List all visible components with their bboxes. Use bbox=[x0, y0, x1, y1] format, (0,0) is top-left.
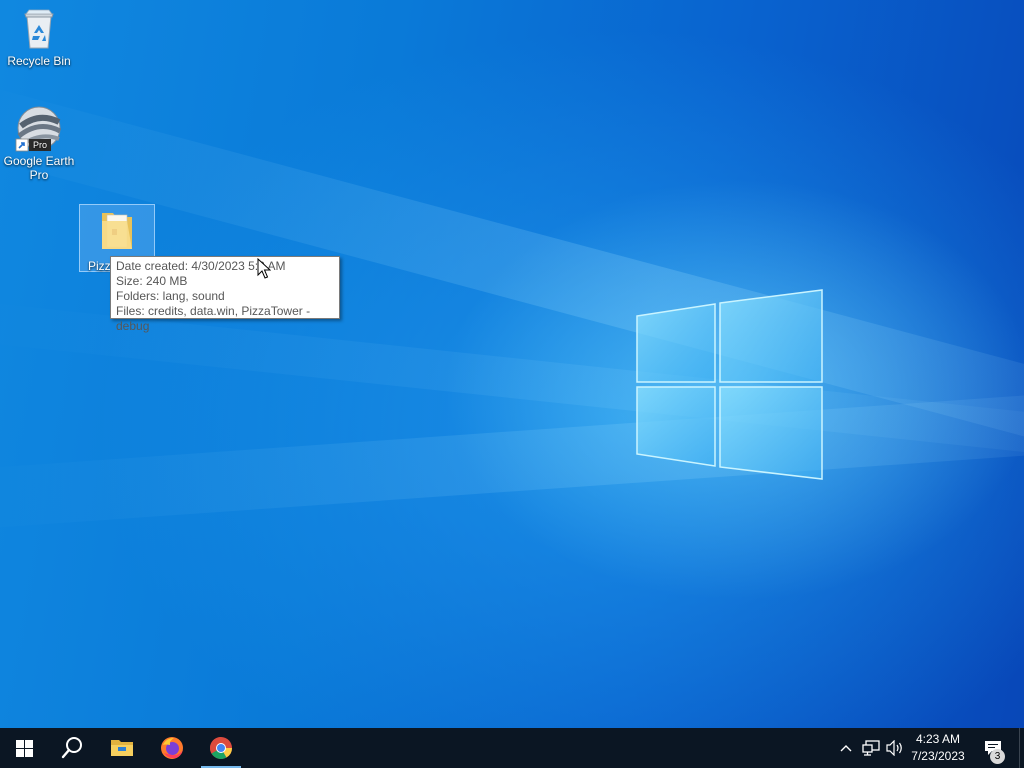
recycle-bin-desktop-icon[interactable]: Recycle Bin bbox=[1, 6, 77, 68]
clock-button[interactable]: 4:23 AM 7/23/2023 bbox=[906, 731, 970, 765]
folder-icon bbox=[102, 213, 132, 249]
mouse-pointer-icon bbox=[257, 258, 271, 279]
network-icon bbox=[862, 740, 880, 756]
clock-time: 4:23 AM bbox=[915, 732, 961, 746]
chrome-icon bbox=[210, 737, 232, 759]
tooltip-size: Size: 240 MB bbox=[116, 274, 188, 288]
show-desktop-button[interactable] bbox=[1019, 728, 1024, 768]
volume-icon bbox=[886, 740, 902, 756]
taskbar: 4:23 AM 7/23/2023 3 bbox=[0, 728, 1024, 768]
tooltip-files: Files: credits, data.win, PizzaTower -de… bbox=[116, 304, 311, 333]
desktop[interactable]: Recycle Bin Pro Google Earth Pro Pizza D… bbox=[0, 0, 1024, 728]
chevron-up-icon bbox=[840, 745, 852, 752]
file-explorer-button[interactable] bbox=[98, 728, 146, 768]
recycle-bin-label: Recycle Bin bbox=[7, 54, 71, 68]
start-button[interactable] bbox=[0, 728, 48, 768]
search-button[interactable] bbox=[48, 728, 96, 768]
start-icon bbox=[15, 739, 33, 757]
chrome-button[interactable] bbox=[197, 728, 245, 768]
show-hidden-icons-button[interactable] bbox=[836, 728, 856, 768]
network-button[interactable] bbox=[860, 728, 882, 768]
windows-logo-wallpaper bbox=[636, 289, 823, 480]
firefox-button[interactable] bbox=[148, 728, 196, 768]
file-explorer-icon bbox=[111, 740, 133, 756]
search-icon bbox=[61, 737, 82, 759]
pro-badge: Pro bbox=[33, 140, 47, 150]
recycle-bin-icon bbox=[24, 9, 54, 49]
clock-date: 7/23/2023 bbox=[911, 749, 965, 763]
tooltip-folders: Folders: lang, sound bbox=[116, 289, 225, 303]
google-earth-label: Google Earth Pro bbox=[3, 154, 75, 182]
tooltip-date-created: Date created: 4/30/2023 5:2 AM bbox=[116, 259, 286, 273]
google-earth-icon: Pro bbox=[15, 106, 62, 152]
wallpaper-light-beam bbox=[0, 386, 1024, 530]
notification-count-badge: 3 bbox=[990, 749, 1005, 764]
firefox-icon bbox=[161, 737, 183, 759]
volume-button[interactable] bbox=[884, 728, 906, 768]
folder-info-tooltip: Date created: 4/30/2023 5:2 AM Size: 240… bbox=[110, 256, 340, 333]
google-earth-pro-desktop-icon[interactable]: Pro Google Earth Pro bbox=[1, 106, 77, 182]
